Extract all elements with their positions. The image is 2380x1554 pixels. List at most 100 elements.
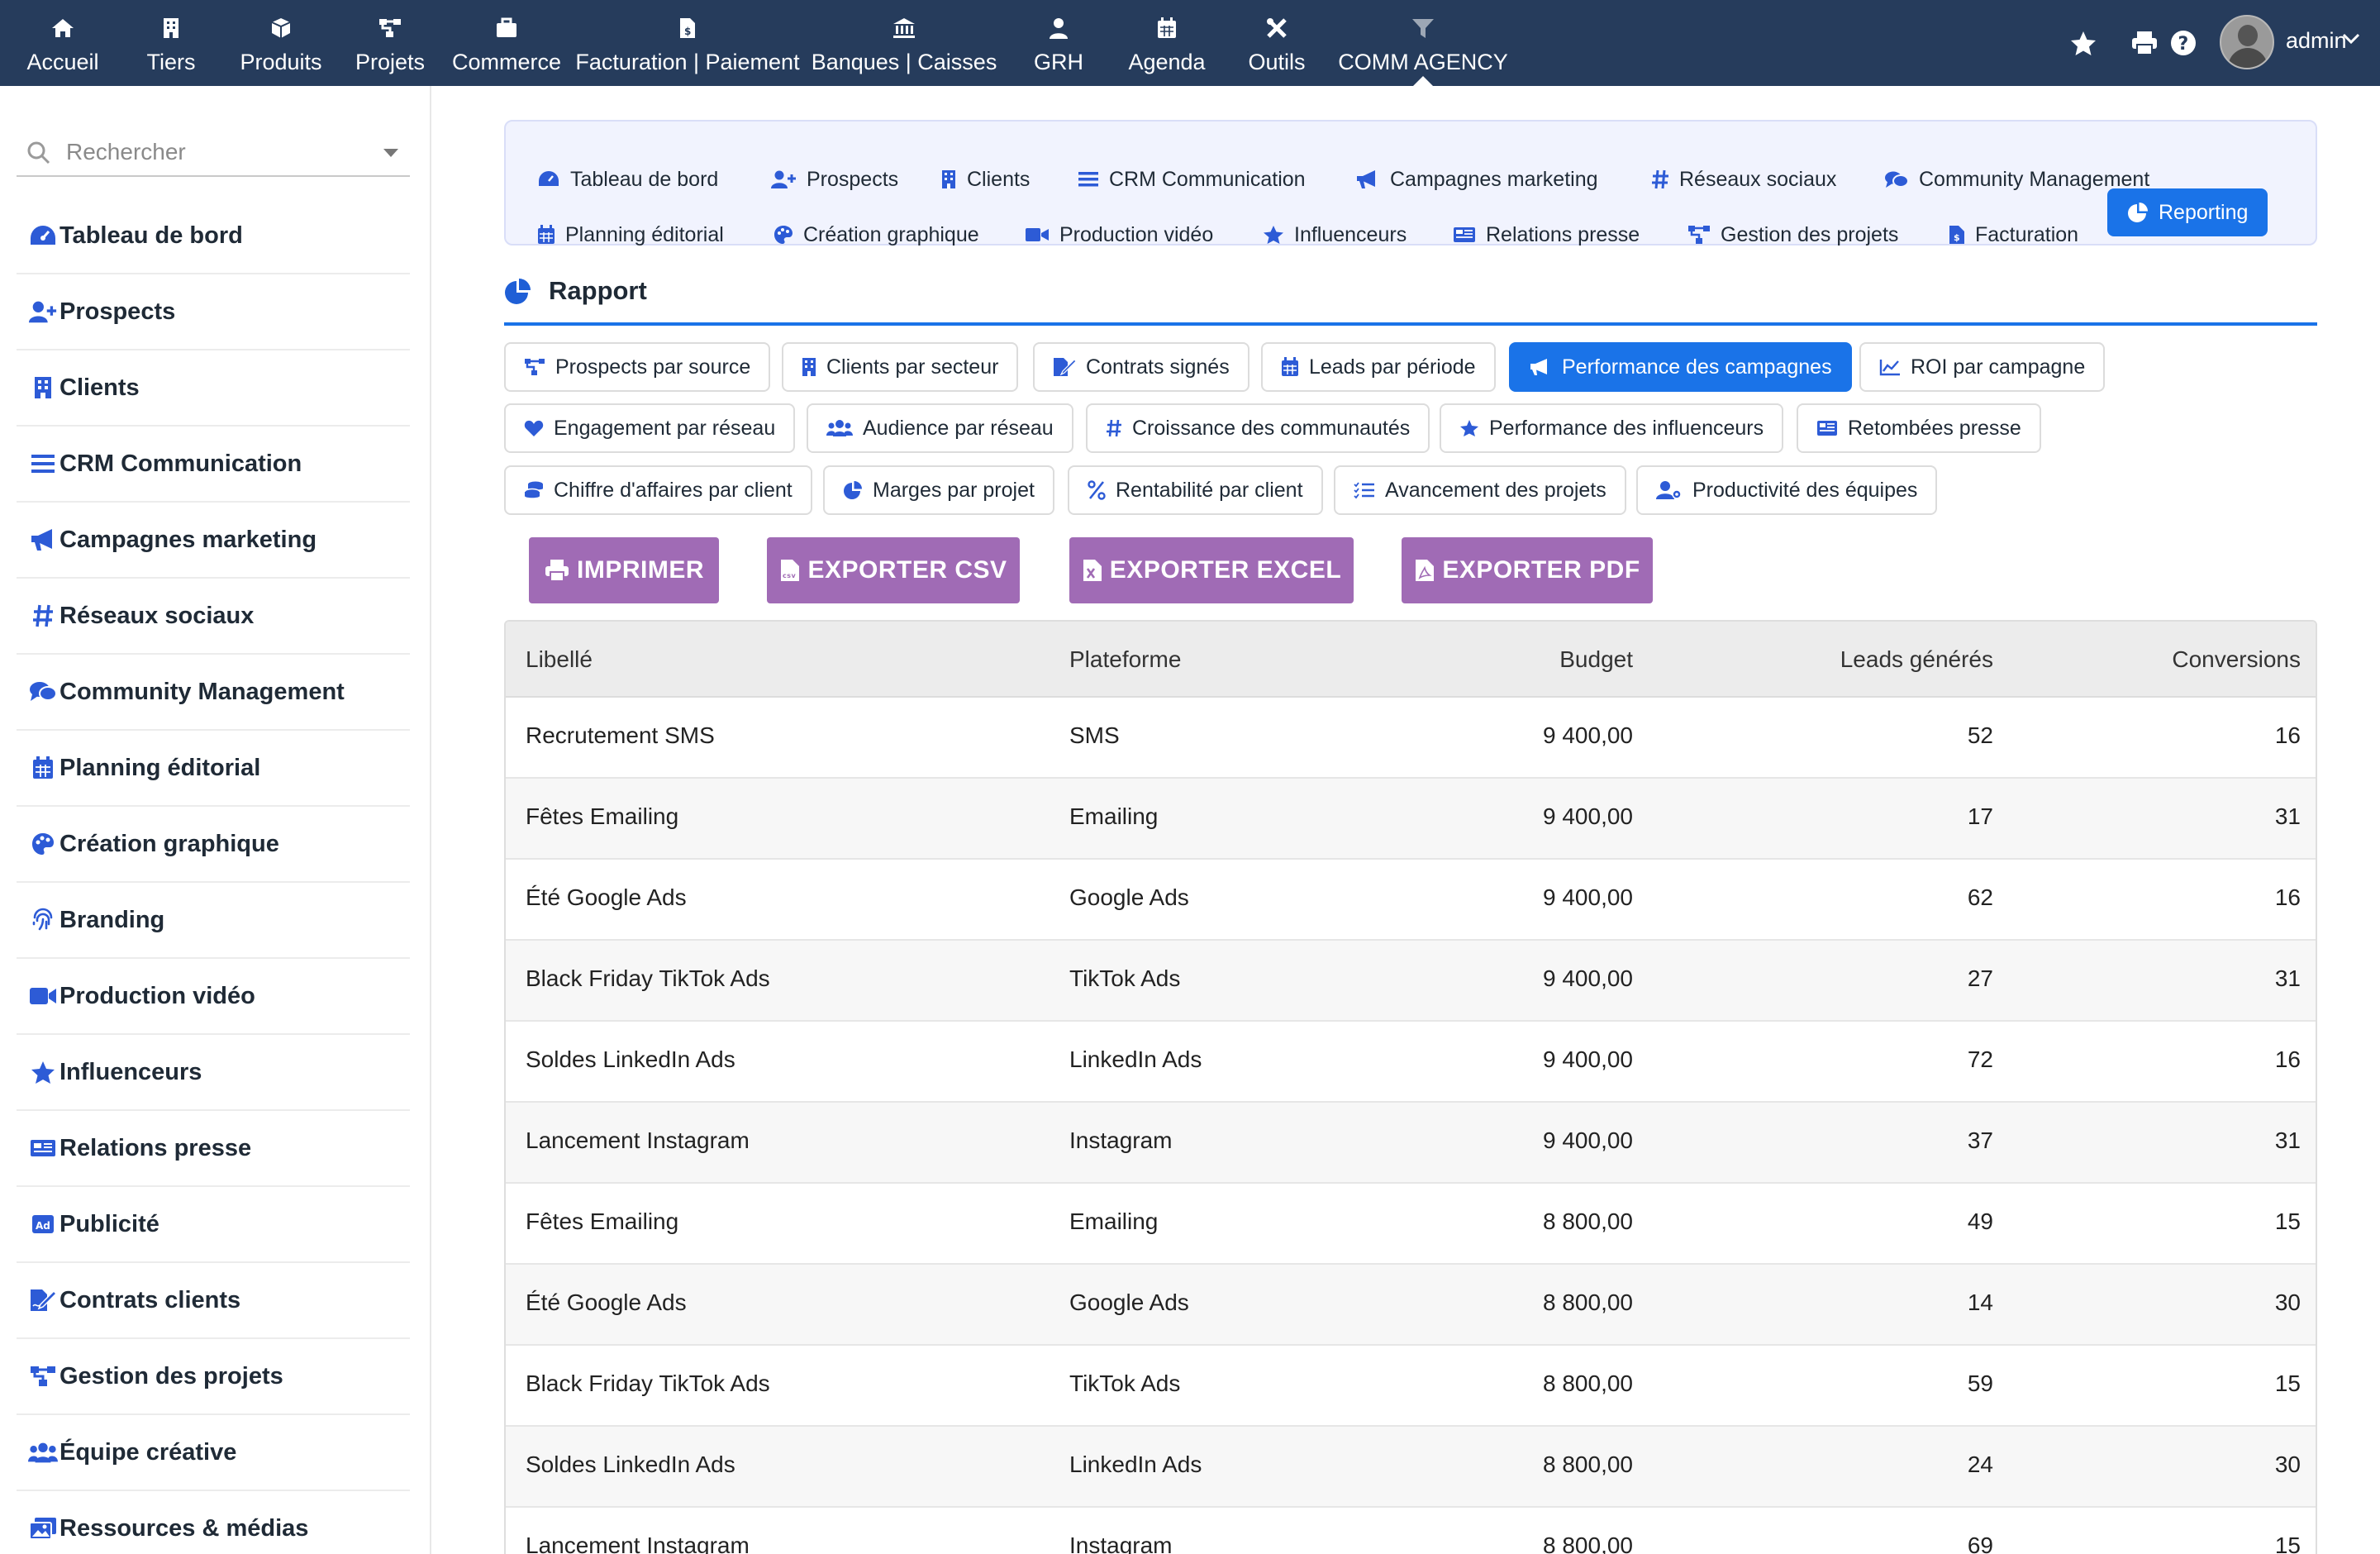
report-engagement-par-reseau[interactable]: Engagement par réseau xyxy=(504,403,796,453)
building-icon xyxy=(940,169,957,189)
report-croissance-des-communautes[interactable]: Croissance des communautés xyxy=(1086,403,1430,453)
tab-relations-presse[interactable]: Relations presse xyxy=(1443,211,1649,259)
tab-influenceurs[interactable]: Influenceurs xyxy=(1253,211,1416,259)
report-contrats-signes[interactable]: Contrats signés xyxy=(1033,342,1250,392)
table-row[interactable]: Lancement Instagram Instagram 9 400,00 37 31 xyxy=(506,1103,2316,1184)
sidebar-item-label: CRM Communication xyxy=(60,450,302,477)
nav-agenda[interactable]: Agenda xyxy=(1127,0,1207,86)
cell-leads: 27 xyxy=(1967,965,1993,991)
table-row[interactable]: Soldes LinkedIn Ads LinkedIn Ads 8 800,00 2… xyxy=(506,1427,2316,1508)
column-header-leads[interactable]: Leads générés xyxy=(1745,646,1993,673)
tab-reseaux-sociaux[interactable]: Réseaux sociaux xyxy=(1641,155,1846,203)
nav-banques[interactable]: Banques | Caisses xyxy=(812,0,997,86)
column-header-plateforme[interactable]: Plateforme xyxy=(1069,646,1181,673)
tab-facturation[interactable]: $ Facturation xyxy=(1939,211,2088,259)
video-icon xyxy=(28,981,58,1011)
cell-leads: 24 xyxy=(1967,1452,1993,1477)
export-csv-button[interactable]: csv EXPORTER CSV xyxy=(767,537,1020,603)
chevron-down-icon[interactable] xyxy=(2342,33,2360,45)
tab-planning-editorial[interactable]: Planning éditorial xyxy=(527,211,734,259)
column-header-conversions[interactable]: Conversions xyxy=(2076,646,2301,673)
tab-tableau-de-bord[interactable]: Tableau de bord xyxy=(527,155,728,203)
report-performance-des-influenceurs[interactable]: Performance des influenceurs xyxy=(1440,403,1784,453)
tab-crm-communication[interactable]: CRM Communication xyxy=(1068,155,1316,203)
export-excel-button[interactable]: EXPORTER EXCEL xyxy=(1069,537,1354,603)
report-marges-par-projet[interactable]: Marges par projet xyxy=(823,465,1054,515)
tab-production-video[interactable]: Production vidéo xyxy=(1015,211,1223,259)
nav-projets[interactable]: Projets xyxy=(354,0,426,86)
export-pdf-button[interactable]: EXPORTER PDF xyxy=(1402,537,1653,603)
export-button-label: IMPRIMER xyxy=(577,556,704,584)
report-productivite-des-equipes[interactable]: Productivité des équipes xyxy=(1636,465,1938,515)
help-button[interactable]: ? xyxy=(2170,0,2197,86)
sidebar-item-tableau-de-bord[interactable]: Tableau de bord xyxy=(17,198,410,274)
tab-clients[interactable]: Clients xyxy=(931,155,1040,203)
report-avancement-des-projets[interactable]: Avancement des projets xyxy=(1334,465,1626,515)
star-icon xyxy=(2069,30,2097,56)
table-row[interactable]: Black Friday TikTok Ads TikTok Ads 8 800,0… xyxy=(506,1346,2316,1427)
report-roi-par-campagne[interactable]: ROI par campagne xyxy=(1859,342,2106,392)
sidebar-item-influenceurs[interactable]: Influenceurs xyxy=(17,1035,410,1111)
sitemap-icon xyxy=(378,17,402,40)
sidebar-item-creation-graphique[interactable]: Création graphique xyxy=(17,807,410,883)
user-name[interactable]: admin xyxy=(2286,28,2347,54)
report-retombees-presse[interactable]: Retombées presse xyxy=(1797,403,2041,453)
report-prospects-par-source[interactable]: Prospects par source xyxy=(504,342,771,392)
tab-creation-graphique[interactable]: Création graphique xyxy=(764,211,989,259)
building-icon xyxy=(28,373,58,403)
table-row[interactable]: Été Google Ads Google Ads 8 800,00 14 30 xyxy=(506,1265,2316,1346)
column-header-libelle[interactable]: Libellé xyxy=(526,646,593,673)
report-performance-des-campagnes[interactable]: Performance des campagnes xyxy=(1509,342,1852,392)
print-report-button[interactable]: IMPRIMER xyxy=(529,537,719,603)
sidebar-item-prospects[interactable]: Prospects xyxy=(17,274,410,350)
sidebar-search[interactable]: Rechercher xyxy=(17,129,410,177)
sidebar-item-publicite[interactable]: Ad Publicité xyxy=(17,1187,410,1263)
nav-accueil[interactable]: Accueil xyxy=(18,0,107,86)
sidebar-item-campagnes-marketing[interactable]: Campagnes marketing xyxy=(17,503,410,579)
sidebar-item-clients[interactable]: Clients xyxy=(17,350,410,427)
bookmark-button[interactable] xyxy=(2069,0,2097,86)
sidebar-item-gestion-des-projets[interactable]: Gestion des projets xyxy=(17,1339,410,1415)
nav-commerce[interactable]: Commerce xyxy=(452,0,561,86)
cell-leads: 37 xyxy=(1967,1127,1993,1153)
print-icon xyxy=(2130,30,2159,56)
search-input[interactable]: Rechercher xyxy=(66,139,186,165)
table-row[interactable]: Été Google Ads Google Ads 9 400,00 62 16 xyxy=(506,860,2316,941)
table-row[interactable]: Black Friday TikTok Ads TikTok Ads 9 400,0… xyxy=(506,941,2316,1022)
nav-facturation[interactable]: $ Facturation | Paiement xyxy=(575,0,800,86)
tab-campagnes-marketing[interactable]: Campagnes marketing xyxy=(1345,155,1608,203)
nav-comm-agency[interactable]: COMM AGENCY xyxy=(1338,0,1508,86)
report-leads-par-periode[interactable]: Leads par période xyxy=(1261,342,1496,392)
sidebar-item-label: Community Management xyxy=(60,678,345,705)
report-audience-par-reseau[interactable]: Audience par réseau xyxy=(807,403,1073,453)
sidebar-item-relations-presse[interactable]: Relations presse xyxy=(17,1111,410,1187)
sidebar-item-community-management[interactable]: Community Management xyxy=(17,655,410,731)
sidebar-item-equipe-creative[interactable]: Équipe créative xyxy=(17,1415,410,1491)
nav-tiers[interactable]: Tiers xyxy=(137,0,205,86)
sidebar-item-branding[interactable]: Branding xyxy=(17,883,410,959)
report-rentabilite-par-client[interactable]: Rentabilité par client xyxy=(1068,465,1323,515)
column-header-budget[interactable]: Budget xyxy=(1415,646,1633,673)
sidebar-item-ressources-medias[interactable]: Ressources & médias xyxy=(17,1491,410,1554)
nav-produits[interactable]: Produits xyxy=(235,0,327,86)
tab-prospects[interactable]: Prospects xyxy=(760,155,908,203)
sidebar-item-reseaux-sociaux[interactable]: Réseaux sociaux xyxy=(17,579,410,655)
nav-outils[interactable]: Outils xyxy=(1245,0,1309,86)
sidebar-item-contrats-clients[interactable]: Contrats clients xyxy=(17,1263,410,1339)
sidebar-item-crm-communication[interactable]: CRM Communication xyxy=(17,427,410,503)
table-row[interactable]: Fêtes Emailing Emailing 9 400,00 17 31 xyxy=(506,779,2316,860)
nav-grh[interactable]: GRH xyxy=(1031,0,1086,86)
dropdown-arrow-icon[interactable] xyxy=(383,149,398,157)
sidebar-item-planning-editorial[interactable]: Planning éditorial xyxy=(17,731,410,807)
table-row[interactable]: Soldes LinkedIn Ads LinkedIn Ads 9 400,00 7… xyxy=(506,1022,2316,1103)
sidebar-item-production-video[interactable]: Production vidéo xyxy=(17,959,410,1035)
table-row[interactable]: Recrutement SMS SMS 9 400,00 52 16 xyxy=(506,698,2316,779)
table-row[interactable]: Fêtes Emailing Emailing 8 800,00 49 15 xyxy=(506,1184,2316,1265)
tab-reporting[interactable]: Reporting xyxy=(2107,188,2268,236)
print-button[interactable] xyxy=(2130,0,2159,86)
report-chiffre-affaires-par-client[interactable]: Chiffre d'affaires par client xyxy=(504,465,812,515)
tab-gestion-des-projets[interactable]: Gestion des projets xyxy=(1678,211,1908,259)
avatar[interactable] xyxy=(2220,15,2274,69)
table-row[interactable]: Lancement Instagram Instagram 8 800,00 69 15 xyxy=(506,1508,2316,1554)
report-clients-par-secteur[interactable]: Clients par secteur xyxy=(782,342,1019,392)
